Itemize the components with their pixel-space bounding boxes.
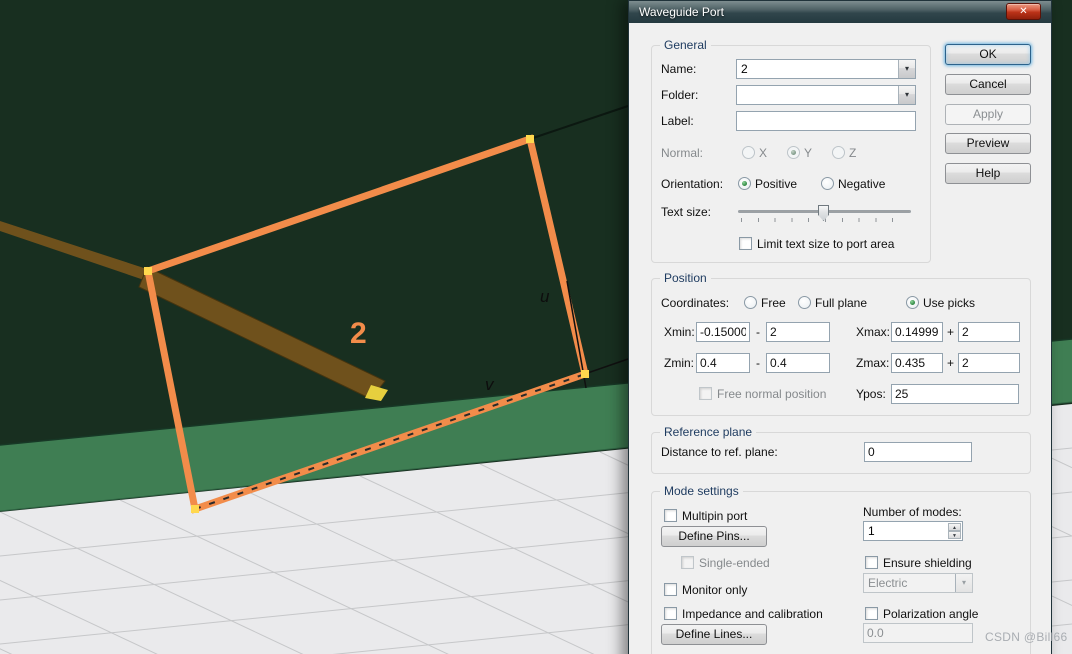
normal-y-label: Y: [804, 146, 813, 160]
spin-up-icon[interactable]: ▲: [948, 523, 961, 531]
close-icon: ✕: [1019, 6, 1028, 17]
boundary-select: Electric ▾: [863, 573, 973, 593]
normal-x-label: X: [759, 146, 768, 160]
dialog-title: Waveguide Port: [639, 5, 724, 19]
label-input[interactable]: [736, 111, 916, 131]
orientation-negative-label[interactable]: Negative: [838, 174, 885, 194]
distance-input[interactable]: [864, 442, 972, 462]
reference-plane-group-title: Reference plane: [660, 425, 757, 439]
zmax-input[interactable]: [891, 353, 943, 373]
normal-z-label: Z: [849, 146, 857, 160]
orientation-positive-label[interactable]: Positive: [755, 174, 797, 194]
ypos-input[interactable]: [891, 384, 1019, 404]
xmax-offset-input[interactable]: [958, 322, 1020, 342]
coordinates-label: Coordinates:: [661, 296, 730, 310]
watermark: CSDN @Bill66: [985, 630, 1068, 644]
number-of-modes-input[interactable]: 1 ▲ ▼: [863, 521, 963, 541]
dialog-body: General Name: 2 ▾ Folder: ▾ Label: Norma…: [629, 23, 1051, 654]
dropdown-icon[interactable]: ▾: [898, 86, 915, 104]
label-label: Label:: [661, 114, 694, 128]
polarization-label[interactable]: Polarization angle: [883, 604, 978, 624]
waveguide-port-dialog: Waveguide Port ✕ General Name: 2 ▾ Folde…: [628, 0, 1052, 654]
position-group-title: Position: [660, 271, 711, 285]
screen: 2 u v Waveguide Port ✕ General Name: 2 ▾…: [0, 0, 1072, 654]
normal-label: Normal:: [661, 146, 704, 160]
normal-x-radio: [742, 146, 755, 159]
ok-button[interactable]: OK: [945, 44, 1031, 65]
text-size-label: Text size:: [661, 205, 712, 219]
impedance-label[interactable]: Impedance and calibration: [682, 604, 823, 624]
zmax-operator: +: [947, 356, 955, 370]
help-button[interactable]: Help: [945, 163, 1031, 184]
port-number-label: 2: [350, 317, 367, 350]
orientation-negative-radio[interactable]: [821, 177, 834, 190]
polarization-angle-input: [863, 623, 973, 643]
ypos-label: Ypos:: [856, 387, 886, 401]
normal-y-radio: [787, 146, 800, 159]
normal-z-radio: [832, 146, 845, 159]
coordinates-free-radio[interactable]: [744, 296, 757, 309]
xmin-offset-input[interactable]: [766, 322, 830, 342]
single-ended-label: Single-ended: [699, 556, 770, 570]
coordinates-free-label[interactable]: Free: [761, 293, 786, 313]
name-label: Name:: [661, 62, 697, 76]
xmin-label: Xmin:: [664, 325, 695, 339]
folder-combo[interactable]: ▾: [736, 85, 916, 105]
xmax-operator: +: [947, 325, 955, 339]
define-lines-button[interactable]: Define Lines...: [661, 624, 767, 645]
zmin-label: Zmin:: [664, 356, 694, 370]
xmax-label: Xmax:: [856, 325, 891, 339]
distance-label: Distance to ref. plane:: [661, 445, 778, 459]
dropdown-icon[interactable]: ▾: [898, 60, 915, 78]
dropdown-icon: ▾: [955, 574, 972, 592]
orientation-positive-radio[interactable]: [738, 177, 751, 190]
single-ended-checkbox: [681, 556, 694, 569]
dialog-titlebar[interactable]: Waveguide Port ✕: [629, 1, 1051, 23]
text-size-slider[interactable]: [738, 203, 911, 225]
impedance-checkbox[interactable]: [664, 607, 677, 620]
boundary-select-value: Electric: [868, 576, 908, 590]
folder-label: Folder:: [661, 88, 699, 102]
name-combo-value: 2: [741, 62, 748, 76]
u-axis-label: u: [540, 287, 550, 306]
coordinates-usepicks-label[interactable]: Use picks: [923, 293, 975, 313]
free-normal-label: Free normal position: [717, 387, 827, 401]
ensure-shielding-checkbox[interactable]: [865, 556, 878, 569]
multipin-label[interactable]: Multipin port: [682, 506, 747, 526]
multipin-checkbox[interactable]: [664, 509, 677, 522]
number-of-modes-value: 1: [868, 524, 875, 538]
limit-text-checkbox[interactable]: [739, 237, 752, 250]
ensure-shielding-label[interactable]: Ensure shielding: [883, 553, 972, 573]
polarization-checkbox[interactable]: [865, 607, 878, 620]
zmin-input[interactable]: [696, 353, 750, 373]
apply-button: Apply: [945, 104, 1031, 125]
monitor-only-checkbox[interactable]: [664, 583, 677, 596]
name-combo[interactable]: 2 ▾: [736, 59, 916, 79]
xmin-operator: -: [756, 325, 760, 339]
preview-button[interactable]: Preview: [945, 133, 1031, 154]
xmax-input[interactable]: [891, 322, 943, 342]
number-of-modes-label: Number of modes:: [863, 505, 962, 519]
coordinates-usepicks-radio[interactable]: [906, 296, 919, 309]
zmax-label: Zmax:: [856, 356, 890, 370]
coordinates-fullplane-label[interactable]: Full plane: [815, 293, 867, 313]
zmax-offset-input[interactable]: [958, 353, 1020, 373]
orientation-label: Orientation:: [661, 177, 724, 191]
close-button[interactable]: ✕: [1006, 3, 1041, 20]
free-normal-checkbox: [699, 387, 712, 400]
xmin-input[interactable]: [696, 322, 750, 342]
general-group-title: General: [660, 38, 711, 52]
limit-text-label[interactable]: Limit text size to port area: [757, 234, 894, 254]
zmin-offset-input[interactable]: [766, 353, 830, 373]
cancel-button[interactable]: Cancel: [945, 74, 1031, 95]
monitor-only-label[interactable]: Monitor only: [682, 580, 747, 600]
spin-down-icon[interactable]: ▼: [948, 531, 961, 539]
coordinates-fullplane-radio[interactable]: [798, 296, 811, 309]
zmin-operator: -: [756, 356, 760, 370]
mode-settings-group-title: Mode settings: [660, 484, 743, 498]
define-pins-button[interactable]: Define Pins...: [661, 526, 767, 547]
